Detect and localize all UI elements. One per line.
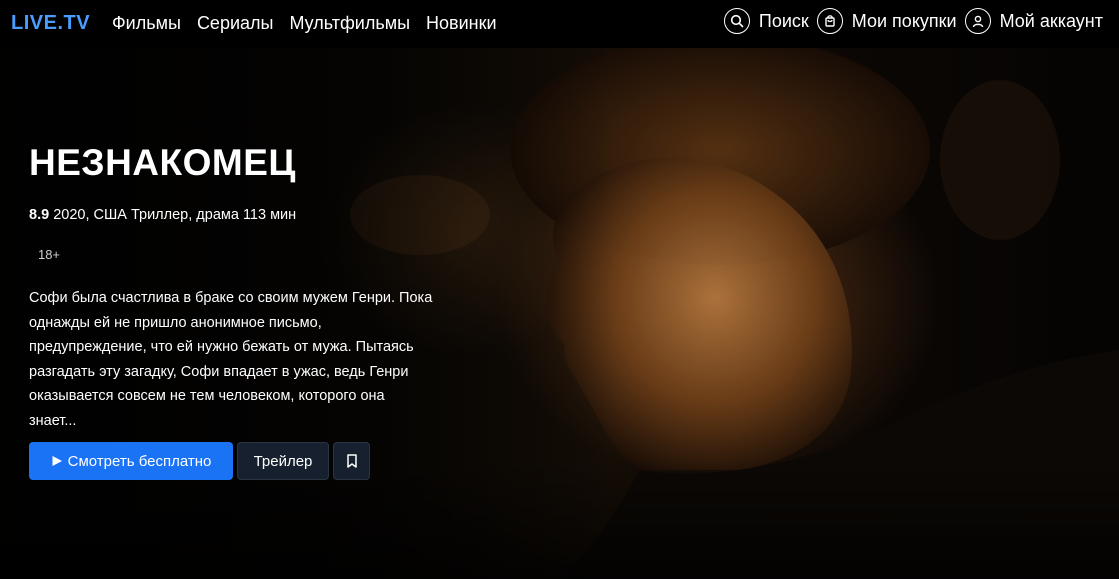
movie-meta: 8.9 2020, США Триллер, драма 113 мин [29, 207, 296, 223]
user-icon [964, 8, 991, 34]
site-logo[interactable]: LIVE.TV [11, 12, 90, 35]
watch-free-label: Смотреть бесплатно [67, 452, 212, 470]
nav-link-cartoons[interactable]: Мультфильмы [289, 13, 410, 34]
bookmark-icon [346, 454, 357, 468]
nav-link-new[interactable]: Новинки [426, 13, 497, 34]
watch-free-button[interactable]: Смотреть бесплатно [29, 442, 233, 480]
nav-link-series[interactable]: Сериалы [197, 13, 274, 34]
bag-icon [816, 8, 843, 34]
purchases-button[interactable]: Мои покупки [816, 8, 957, 34]
top-navigation: LIVE.TV Фильмы Сериалы Мультфильмы Новин… [0, 0, 1119, 48]
purchases-label: Мои покупки [851, 10, 957, 31]
account-label: Мой аккаунт [999, 10, 1103, 31]
account-button[interactable]: Мой аккаунт [964, 8, 1103, 34]
nav-link-films[interactable]: Фильмы [112, 13, 181, 34]
play-icon [52, 456, 62, 466]
movie-title: НЕЗНАКОМЕЦ [29, 142, 296, 183]
search-button[interactable]: Поиск [723, 8, 809, 34]
search-label: Поиск [758, 10, 809, 31]
action-buttons: Смотреть бесплатно Трейлер [29, 442, 370, 480]
movie-rating: 8.9 [29, 207, 50, 223]
movie-description: Софи была счастлива в браке со своим муж… [29, 290, 433, 429]
age-rating-badge: 18+ [37, 246, 61, 262]
movie-details: 2020, США Триллер, драма 113 мин [53, 207, 297, 223]
search-icon [723, 8, 750, 34]
trailer-button[interactable]: Трейлер [237, 442, 329, 480]
user-actions: Поиск Мои покупки Мой аккаунт [723, 8, 1103, 34]
main-nav: Фильмы Сериалы Мультфильмы Новинки [112, 13, 497, 34]
bookmark-button[interactable] [333, 442, 370, 480]
